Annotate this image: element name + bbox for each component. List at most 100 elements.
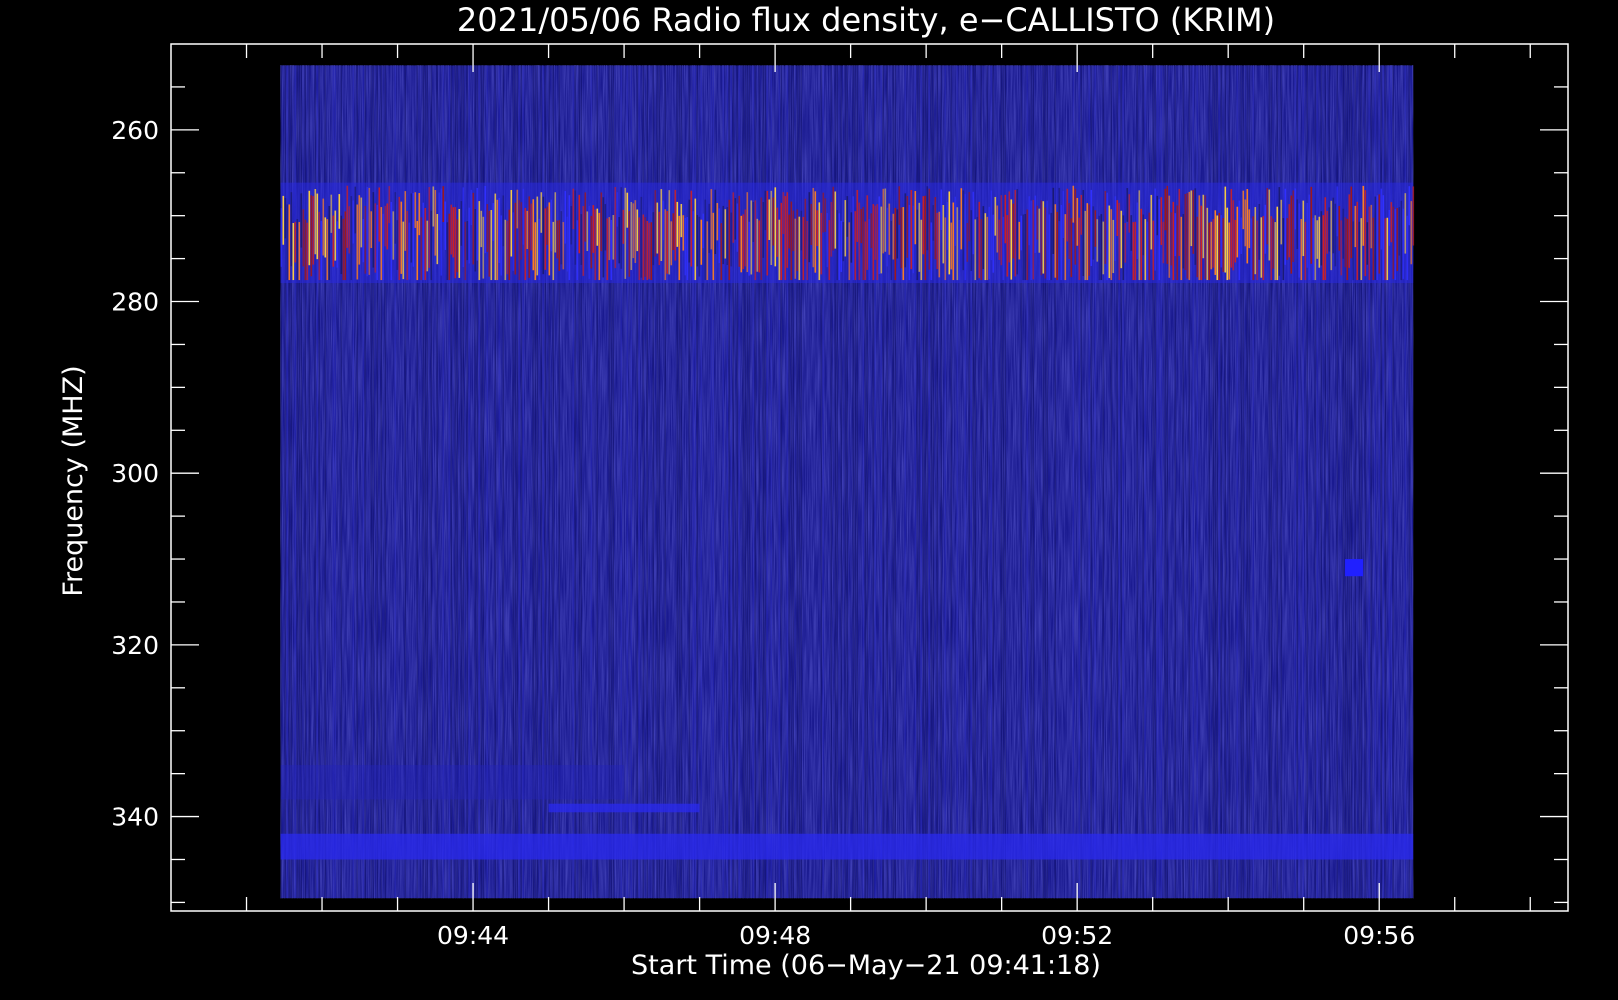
feature-band-stripe [692, 211, 695, 281]
feature-band-stripe [338, 194, 341, 229]
feature-band-stripe [372, 192, 375, 268]
feature-band-stripe [498, 198, 501, 263]
feature-band-stripe [638, 217, 641, 281]
feature-band-stripe [1188, 191, 1191, 281]
feature-band-stripe [606, 218, 609, 281]
x-tick-label: 09:52 [1041, 921, 1113, 950]
feature-band-stripe [1200, 205, 1203, 281]
feature-band-stripe [1182, 214, 1185, 269]
feature-band-stripe [992, 214, 995, 273]
feature-band-stripe [982, 206, 985, 270]
feature-band-stripe [484, 185, 487, 254]
feature-band-stripe [564, 191, 567, 244]
feature-band-stripe [722, 205, 725, 265]
feature-band-stripe [1026, 209, 1029, 281]
feature-band-stripe [688, 199, 691, 263]
feature-band-stripe [1006, 215, 1009, 277]
feature-band-stripe [990, 190, 993, 261]
feature-band-stripe [934, 197, 937, 260]
feature-band-stripe [1202, 194, 1205, 259]
feature-band-stripe [994, 196, 997, 236]
feature-band-stripe [1148, 212, 1151, 281]
feature-band-stripe [1274, 222, 1277, 281]
feature-band-stripe [978, 201, 981, 279]
feature-band-stripe [350, 196, 353, 281]
feature-band-stripe [866, 195, 869, 270]
feature-band-stripe [998, 219, 1001, 260]
feature-band-stripe [476, 187, 479, 261]
feature-band-stripe [698, 216, 701, 277]
feature-band-stripe [1144, 219, 1147, 281]
feature-band-stripe [954, 196, 957, 246]
feature-band-stripe [302, 209, 305, 267]
feature-band-stripe [630, 202, 633, 271]
feature-band-stripe [1286, 218, 1289, 260]
feature-band-stripe [550, 199, 553, 252]
feature-band-stripe [462, 187, 465, 268]
feature-band-stripe [1218, 212, 1221, 281]
feature-band-stripe [1304, 221, 1307, 281]
y-tick-label: 300 [111, 459, 159, 488]
feature-band-stripe [492, 203, 495, 241]
feature-band-stripe [1370, 204, 1373, 249]
feature-band-stripe [300, 193, 303, 248]
feature-band-stripe [1058, 187, 1061, 222]
feature-band-stripe [1014, 189, 1017, 277]
feature-band-stripe [956, 207, 959, 281]
feature-band-stripe [930, 222, 933, 281]
feature-band-stripe [646, 220, 649, 281]
feature-band-stripe [1140, 208, 1143, 281]
feature-band-stripe [1402, 208, 1405, 279]
feature-band-stripe [962, 190, 965, 271]
feature-band-stripe [1410, 201, 1413, 265]
feature-band-stripe [1262, 216, 1265, 281]
feature-band-stripe [718, 208, 721, 263]
feature-band-stripe [512, 212, 515, 271]
feature-band-stripe [1016, 189, 1019, 275]
feature-band-stripe [1232, 200, 1235, 271]
feature-band-stripe [670, 221, 673, 266]
feature-band-stripe [714, 189, 717, 255]
feature-band-stripe [662, 200, 665, 241]
feature-band-stripe [486, 204, 489, 252]
feature-band-stripe [1088, 204, 1091, 276]
y-tick-label: 340 [111, 803, 159, 832]
feature-band-stripe [1108, 205, 1111, 279]
feature-band-stripe [1278, 187, 1281, 276]
feature-band-stripe [326, 219, 329, 281]
feature-band-stripe [966, 223, 969, 262]
feature-band-stripe [784, 196, 787, 281]
feature-band-stripe [454, 207, 457, 279]
feature-band-stripe [332, 215, 335, 267]
feature-band-stripe [546, 206, 549, 245]
feature-band-stripe [288, 204, 291, 281]
feature-band-stripe [764, 190, 767, 231]
feature-band-stripe [514, 202, 517, 275]
feature-band-stripe [1036, 205, 1039, 240]
feature-band-stripe [1270, 216, 1273, 281]
feature-band-stripe [1172, 201, 1175, 281]
feature-band-stripe [588, 205, 591, 279]
feature-band-stripe [658, 211, 661, 266]
feature-band-stripe [426, 220, 429, 272]
feature-band-stripe [374, 203, 377, 273]
feature-band-stripe [1308, 194, 1311, 281]
feature-band-stripe [1250, 218, 1253, 281]
feature-band-stripe [910, 190, 913, 270]
feature-band-stripe [1332, 197, 1335, 254]
feature-band-stripe [1210, 221, 1213, 270]
feature-band-stripe [618, 217, 621, 264]
feature-band-stripe [612, 215, 615, 260]
feature-band-stripe [330, 194, 333, 233]
feature-band-stripe [996, 205, 999, 253]
feature-band-stripe [448, 213, 451, 281]
feature-band-stripe [436, 213, 439, 265]
feature-band-stripe [1102, 221, 1105, 275]
feature-band-stripe [1002, 216, 1005, 281]
feature-band-stripe [1130, 215, 1133, 251]
feature-band-stripe [434, 190, 437, 256]
feature-band-stripe [770, 190, 773, 266]
feature-band-stripe [880, 206, 883, 274]
feature-band-stripe [598, 212, 601, 281]
feature-band-stripe [570, 206, 573, 245]
